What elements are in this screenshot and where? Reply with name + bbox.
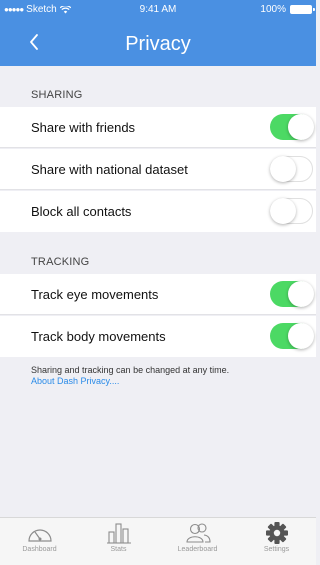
- toggle-block-all-contacts[interactable]: [270, 198, 313, 224]
- tab-label: Dashboard: [22, 546, 57, 553]
- gauge-icon: [27, 529, 52, 542]
- row-track-eye-movements: Track eye movements: [0, 274, 316, 315]
- row-label: Track body movements: [31, 329, 166, 344]
- toggle-knob: [288, 114, 314, 140]
- toggle-track-eye-movements[interactable]: [270, 281, 314, 307]
- toggle-knob: [270, 156, 296, 182]
- tab-label: Stats: [110, 546, 127, 553]
- tab-label: Settings: [263, 546, 290, 553]
- users-icon: [185, 523, 211, 543]
- tab-bar: Dashboard Stats Leaderboard Settings: [0, 517, 316, 565]
- toggle-knob: [288, 323, 314, 349]
- row-label: Share with national dataset: [31, 162, 188, 177]
- tab-label: Leaderboard: [177, 546, 218, 553]
- divider: [0, 314, 316, 315]
- footer-note: Sharing and tracking can be changed at a…: [31, 365, 229, 387]
- bar-chart-icon: [106, 523, 131, 544]
- section-header-tracking: TRACKING: [31, 256, 90, 268]
- section-header-sharing: SHARING: [31, 89, 83, 101]
- tab-dashboard[interactable]: Dashboard: [0, 518, 79, 565]
- row-label: Share with friends: [31, 120, 136, 135]
- toggle-track-body-movements[interactable]: [270, 323, 314, 349]
- status-bar: ●●●●● Sketch 9:41 AM 100%: [0, 0, 316, 20]
- toggle-share-with-friends[interactable]: [270, 114, 314, 140]
- row-label: Block all contacts: [31, 204, 132, 219]
- divider: [0, 147, 316, 148]
- gear-icon: [265, 522, 288, 544]
- battery-icon: [290, 5, 315, 14]
- divider: [0, 189, 316, 190]
- about-privacy-link[interactable]: About Dash Privacy....: [31, 376, 229, 387]
- toggle-knob: [270, 198, 296, 224]
- tab-leaderboard[interactable]: Leaderboard: [158, 518, 237, 565]
- row-track-body-movements: Track body movements: [0, 316, 316, 357]
- tab-settings[interactable]: Settings: [237, 518, 316, 565]
- tab-stats[interactable]: Stats: [79, 518, 158, 565]
- page-title: Privacy: [125, 33, 191, 55]
- nav-bar: Privacy: [0, 20, 316, 66]
- battery-percent: 100%: [260, 4, 286, 15]
- toggle-share-with-national-dataset[interactable]: [270, 156, 313, 182]
- header: ●●●●● Sketch 9:41 AM 100% Privacy: [0, 0, 316, 66]
- toggle-knob: [288, 281, 314, 307]
- row-block-all-contacts: Block all contacts: [0, 191, 316, 232]
- footer-note-text: Sharing and tracking can be changed at a…: [31, 365, 230, 375]
- row-share-with-national-dataset: Share with national dataset: [0, 149, 316, 190]
- row-share-with-friends: Share with friends: [0, 107, 316, 148]
- status-right: 100%: [260, 4, 315, 15]
- row-label: Track eye movements: [31, 287, 159, 302]
